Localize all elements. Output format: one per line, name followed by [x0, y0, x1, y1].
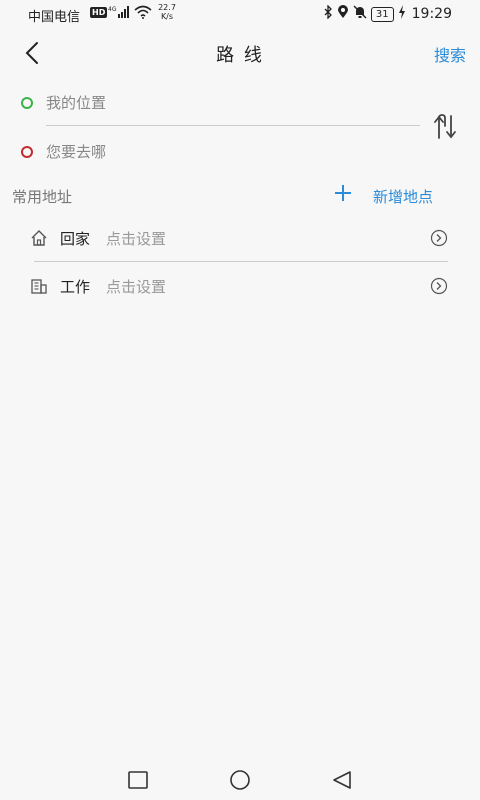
address-hint: 点击设置: [106, 230, 167, 248]
swap-route-button[interactable]: [430, 112, 460, 142]
screen: 中国电信 HD 4G 22.7 K/s 31 19:29 路 线 搜索 我的位置…: [0, 0, 480, 800]
address-hint: 点击设置: [106, 278, 167, 296]
section-title: 常用地址: [12, 188, 73, 206]
system-nav-bar: [0, 760, 480, 800]
network-speed-value: 22.7: [158, 3, 176, 12]
mute-bell-icon: [353, 5, 367, 23]
home-button[interactable]: [228, 768, 252, 792]
chevron-right-circle-icon: [430, 229, 448, 247]
swap-arrows-icon: [434, 114, 456, 139]
add-place-icon[interactable]: [332, 182, 354, 204]
office-building-icon: [30, 277, 48, 295]
list-item-home[interactable]: 回家 点击设置: [10, 214, 470, 262]
address-name: 工作: [60, 278, 91, 296]
location-icon: [337, 5, 349, 23]
charging-icon: [398, 5, 406, 23]
list-item-work[interactable]: 工作 点击设置: [10, 262, 470, 310]
address-name: 回家: [60, 230, 91, 248]
start-point-icon: [21, 97, 33, 109]
destination-input[interactable]: 您要去哪: [46, 141, 106, 162]
home-icon: [30, 229, 48, 247]
network-speed-unit: K/s: [160, 12, 174, 21]
route-divider: [46, 125, 420, 126]
address-list: 回家 点击设置 工作 点击设置: [10, 214, 470, 310]
recent-apps-button[interactable]: [126, 768, 150, 792]
hd-badge: HD: [90, 7, 108, 18]
add-place-button[interactable]: 新增地点: [373, 186, 433, 207]
bluetooth-icon: [323, 4, 333, 23]
network-speed: 22.7 K/s: [156, 3, 178, 21]
page-title: 路 线: [216, 45, 264, 66]
search-button[interactable]: 搜索: [434, 42, 466, 66]
clock: 19:29: [411, 6, 452, 22]
destination-point-icon: [21, 146, 33, 158]
battery-indicator: 31: [370, 6, 394, 22]
back-nav-button[interactable]: [330, 768, 354, 792]
wifi-icon: [134, 5, 152, 23]
status-bar: 中国电信 HD 4G 22.7 K/s 31 19:29: [0, 0, 480, 28]
common-addresses-header: 常用地址 新增地点: [0, 180, 480, 210]
svg-text:4G: 4G: [108, 6, 117, 13]
start-location-input[interactable]: 我的位置: [46, 92, 106, 113]
circle-icon: [230, 770, 250, 790]
cellular-signal-icon: 4G: [108, 5, 132, 23]
route-panel: 我的位置 您要去哪: [0, 84, 480, 174]
chevron-right-circle-icon: [430, 277, 448, 295]
triangle-left-icon: [333, 771, 351, 789]
carrier-label: 中国电信: [28, 10, 81, 25]
square-icon: [128, 771, 148, 789]
header: 路 线 搜索: [0, 28, 480, 78]
status-icons-right: 31 19:29: [323, 4, 452, 23]
